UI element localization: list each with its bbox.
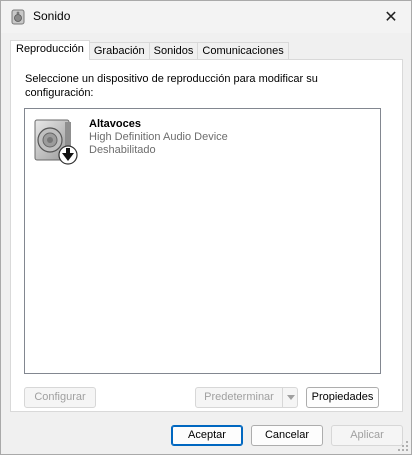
cancel-button[interactable]: Cancelar — [251, 425, 323, 446]
device-status: Deshabilitado — [89, 144, 156, 156]
device-description: High Definition Audio Device — [89, 131, 228, 143]
apply-button[interactable]: Aplicar — [331, 425, 403, 446]
close-icon: ✕ — [384, 9, 398, 26]
disabled-arrow-icon — [58, 145, 78, 165]
speaker-icon — [34, 119, 78, 165]
tab-communications[interactable]: Comunicaciones — [197, 42, 289, 60]
playback-panel: Seleccione un dispositivo de reproducció… — [10, 59, 403, 412]
window-title: Sonido — [33, 9, 71, 23]
set-default-dropdown[interactable] — [282, 387, 298, 408]
device-list[interactable]: Altavoces High Definition Audio Device D… — [24, 108, 381, 374]
sound-dialog: Sonido ✕ Reproducción Grabación Sonidos … — [0, 0, 412, 455]
tab-recording[interactable]: Grabación — [88, 42, 150, 60]
list-item-speakers[interactable]: Altavoces High Definition Audio Device D… — [31, 115, 331, 167]
tab-playback[interactable]: Reproducción — [10, 40, 90, 60]
tab-sounds[interactable]: Sonidos — [148, 42, 199, 60]
set-default-button[interactable]: Predeterminar — [195, 387, 283, 408]
properties-button[interactable]: Propiedades — [306, 387, 379, 408]
title-bar: Sonido ✕ — [1, 1, 411, 33]
configure-button[interactable]: Configurar — [24, 387, 96, 408]
tab-strip: Reproducción Grabación Sonidos Comunicac… — [10, 40, 289, 60]
instruction-text: Seleccione un dispositivo de reproducció… — [25, 73, 318, 99]
device-name: Altavoces — [89, 118, 141, 130]
sound-app-icon — [11, 9, 25, 25]
close-button[interactable]: ✕ — [371, 1, 411, 33]
ok-button[interactable]: Aceptar — [171, 425, 243, 446]
resize-grip-icon[interactable] — [397, 440, 409, 452]
